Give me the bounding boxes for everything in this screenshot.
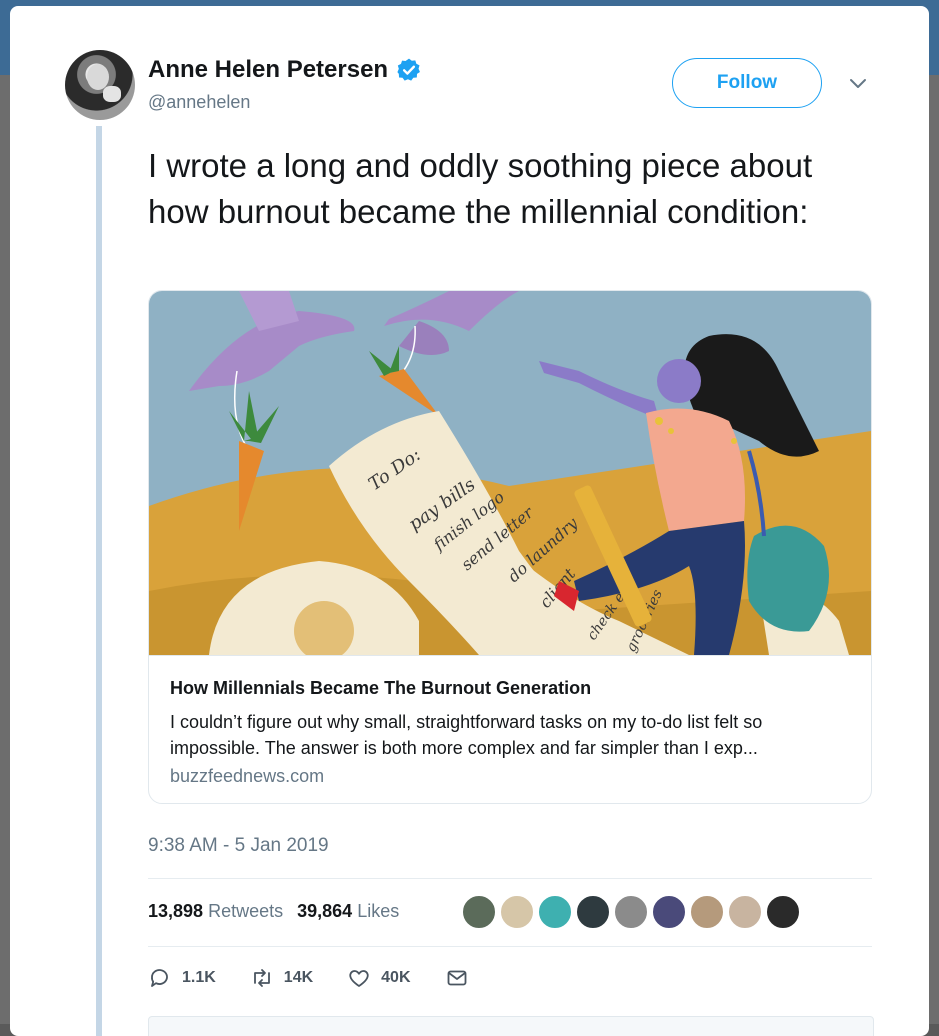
divider bbox=[148, 878, 872, 879]
likes-stat[interactable]: 39,864 Likes bbox=[297, 901, 399, 922]
retweets-label: Retweets bbox=[208, 901, 284, 921]
follow-button[interactable]: Follow bbox=[672, 58, 822, 108]
liker-avatar[interactable] bbox=[538, 895, 572, 929]
reply-count: 1.1K bbox=[182, 969, 216, 986]
like-button[interactable]: 40K bbox=[347, 966, 411, 990]
avatar-hand bbox=[103, 86, 121, 102]
author-row: Anne Helen Petersen bbox=[148, 56, 422, 84]
verified-badge-icon bbox=[397, 58, 421, 81]
article-illustration: To Do: pay bills finish logo send letter… bbox=[149, 291, 871, 655]
likes-count: 39,864 bbox=[297, 901, 353, 921]
retweets-count: 13,898 bbox=[148, 901, 204, 921]
tweet-text: I wrote a long and oddly soothing piece … bbox=[148, 147, 813, 230]
liker-avatar[interactable] bbox=[728, 895, 762, 929]
reply-button[interactable]: 1.1K bbox=[148, 966, 216, 990]
like-count: 40K bbox=[381, 969, 411, 986]
retweet-icon bbox=[253, 969, 270, 987]
reply-icon bbox=[151, 969, 168, 987]
divider bbox=[148, 946, 872, 947]
liker-avatar[interactable] bbox=[652, 895, 686, 929]
liker-avatar[interactable] bbox=[690, 895, 724, 929]
liker-avatar[interactable] bbox=[500, 895, 534, 929]
liker-avatar[interactable] bbox=[766, 895, 800, 929]
liker-avatar[interactable] bbox=[614, 895, 648, 929]
link-card-domain: buzzfeednews.com bbox=[170, 766, 325, 786]
link-preview-card[interactable]: To Do: pay bills finish logo send letter… bbox=[148, 290, 872, 804]
envelope-icon bbox=[447, 970, 466, 986]
retweet-button[interactable]: 14K bbox=[250, 966, 313, 990]
retweet-count: 14K bbox=[283, 969, 314, 986]
liker-avatar[interactable] bbox=[576, 895, 610, 929]
avatar[interactable] bbox=[65, 50, 135, 120]
tweet-modal: Anne Helen Petersen @annehelen Follow I … bbox=[10, 6, 929, 1036]
author-name[interactable]: Anne Helen Petersen bbox=[148, 56, 388, 84]
reply-box[interactable] bbox=[148, 1016, 874, 1036]
direct-message-button[interactable] bbox=[445, 966, 469, 990]
liker-avatar[interactable] bbox=[462, 895, 496, 929]
link-card-title[interactable]: How Millennials Became The Burnout Gener… bbox=[170, 678, 591, 699]
liker-avatars bbox=[462, 895, 800, 929]
link-card-description: I couldn’t figure out why small, straigh… bbox=[170, 712, 763, 758]
author-handle[interactable]: @annehelen bbox=[148, 92, 250, 113]
chevron-down-icon[interactable] bbox=[848, 76, 868, 92]
heart-icon bbox=[349, 970, 369, 987]
link-card-info: How Millennials Became The Burnout Gener… bbox=[149, 655, 871, 803]
tweet-actions: 1.1K 14K 40K bbox=[148, 966, 503, 990]
thread-line bbox=[96, 126, 102, 1036]
tweet-timestamp[interactable]: 9:38 AM - 5 Jan 2019 bbox=[148, 835, 329, 857]
engagement-stats: 13,898 Retweets 39,864 Likes bbox=[148, 901, 399, 922]
page-background-right bbox=[929, 75, 939, 1024]
retweets-stat[interactable]: 13,898 Retweets bbox=[148, 901, 283, 922]
likes-label: Likes bbox=[357, 901, 400, 921]
